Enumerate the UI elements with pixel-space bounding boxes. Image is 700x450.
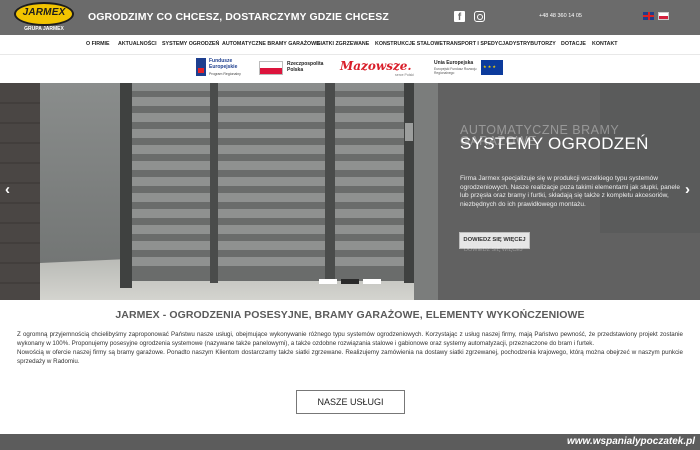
fe-subtitle: Program Regionalny: [209, 72, 241, 76]
top-header: JARMEX GRUPA JARMEX OGRODZIMY CO CHCESZ,…: [0, 0, 700, 35]
ue-subtitle: Europejski Fundusz Rozwoju Regionalnego: [434, 67, 477, 75]
hero-slider: AUTOMATYCZNE BRAMY GARAŻOWE SYSTEMY OGRO…: [0, 83, 700, 300]
instagram-icon[interactable]: [474, 11, 485, 22]
rzeczpospolita-logo: Rzeczpospolita Polska: [259, 59, 329, 79]
nav-item-dystrybutorzy[interactable]: DYSTRYBUTORZY: [509, 41, 556, 47]
logo-subtitle: GRUPA JARMEX: [24, 26, 64, 32]
polish-flag-icon: [259, 61, 283, 75]
nav-item-dotacje[interactable]: DOTACJE: [561, 41, 586, 47]
slider-dot-3[interactable]: [363, 279, 381, 284]
phone-number[interactable]: +48 48 360 14 05: [539, 13, 582, 19]
nav-item-transport[interactable]: TRANSPORT I SPEDYCJA: [443, 41, 509, 47]
nav-item-automatyczne-bramy[interactable]: AUTOMATYCZNE BRAMY GARAŻOWE: [222, 41, 320, 47]
nav-item-kontakt[interactable]: KONTAKT: [592, 41, 618, 47]
nav-item-systemy-ogrodzen[interactable]: SYSTEMY OGRODZEŃ: [162, 41, 219, 47]
nav-item-o-firmie[interactable]: O FIRMIE: [86, 41, 110, 47]
slider-dot-2-active[interactable]: [341, 279, 359, 284]
fe-title: Fundusze Europejskie: [209, 58, 238, 70]
slide-title: SYSTEMY OGRODZEŃ: [460, 134, 649, 153]
jarmex-logo[interactable]: JARMEX GRUPA JARMEX: [14, 2, 74, 32]
fe-mark-icon: [196, 58, 206, 76]
funding-logos-strip: Fundusze Europejskie Program Regionalny …: [0, 55, 700, 83]
polish-flag-icon[interactable]: [658, 12, 669, 20]
slide-ghost-button: DOWIEDZ SIĘ WIĘCEJ: [464, 247, 523, 253]
header-slogan: OGRODZIMY CO CHCESZ, DOSTARCZYMY GDZIE C…: [88, 11, 389, 23]
our-services-button[interactable]: NASZE USŁUGI: [296, 390, 405, 414]
slider-prev-arrow-icon[interactable]: ‹: [5, 181, 10, 198]
slider-dot-1[interactable]: [319, 279, 337, 284]
rp-text: Rzeczpospolita Polska: [287, 61, 323, 73]
page-headline: JARMEX - OGRODZENIA POSESYJNE, BRAMY GAR…: [115, 309, 585, 321]
site-watermark: www.wspanialypoczatek.pl: [567, 436, 695, 447]
eu-flag-icon: [481, 60, 503, 75]
nav-item-siatki-zgrzewane[interactable]: SIATKI ZGRZEWANE: [317, 41, 369, 47]
mazowsze-text: Mazowsze.: [340, 59, 412, 73]
slide-description: Firma Jarmex specjalizuje się w produkcj…: [460, 175, 681, 208]
intro-paragraph-2: Nowością w ofercie naszej firmy są bramy…: [17, 349, 683, 365]
mazowsze-logo: Mazowsze. serce Polski: [340, 59, 422, 79]
mazowsze-subtitle: serce Polski: [395, 73, 414, 77]
nav-item-konstrukcje-stalowe[interactable]: KONSTRUKCJE STALOWE: [375, 41, 443, 47]
unia-europejska-logo: Unia Europejska Europejski Fundusz Rozwo…: [434, 59, 506, 79]
facebook-icon[interactable]: f: [454, 11, 465, 22]
logo-text: JARMEX: [22, 7, 66, 18]
rp-line2: Polska: [287, 67, 304, 73]
fundusze-europejskie-logo: Fundusze Europejskie Program Regionalny: [196, 58, 248, 80]
main-navigation: O FIRMIE AKTUALNOŚCI SYSTEMY OGRODZEŃ AU…: [0, 35, 700, 55]
nav-item-aktualnosci[interactable]: AKTUALNOŚCI: [118, 41, 157, 47]
slider-next-arrow-icon[interactable]: ›: [685, 181, 690, 198]
english-flag-icon[interactable]: [643, 12, 654, 20]
intro-paragraph-1: Z ogromną przyjemnością chcielibyśmy zap…: [17, 331, 683, 347]
footer-bar: www.wspanialypoczatek.pl: [0, 434, 700, 450]
ue-title: Unia Europejska: [434, 60, 474, 66]
